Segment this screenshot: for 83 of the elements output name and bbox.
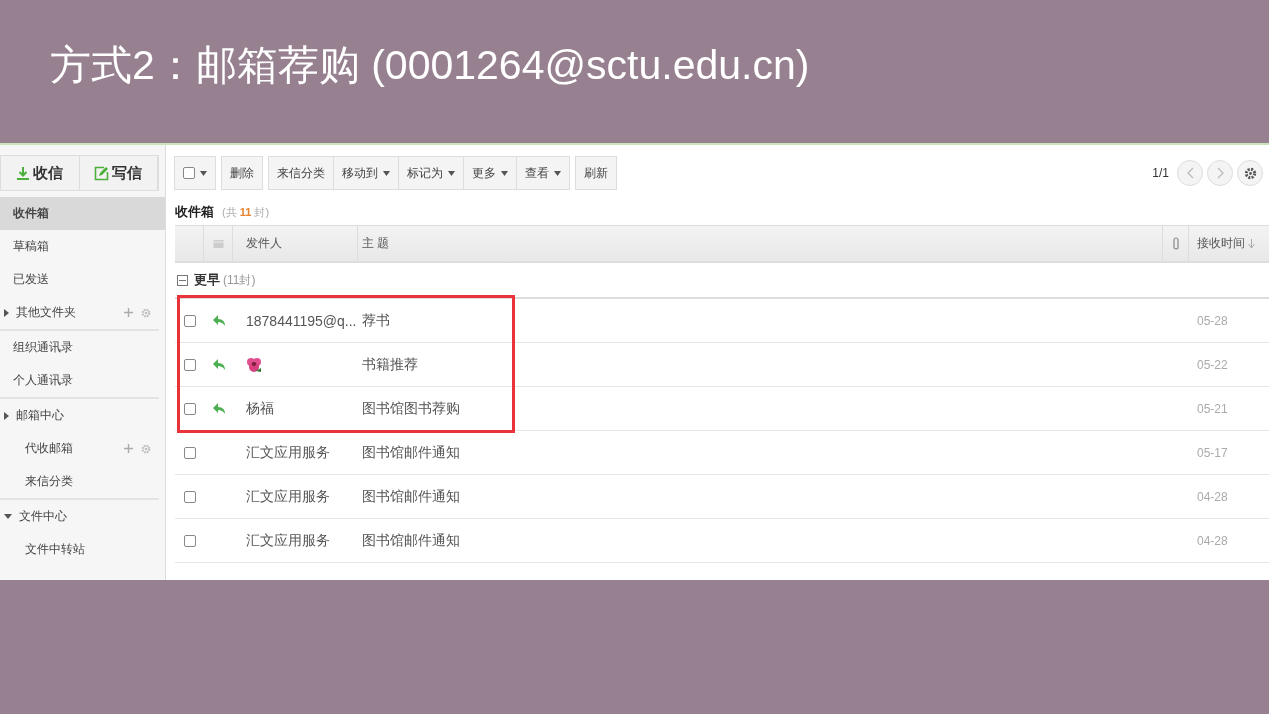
checkbox[interactable] — [183, 534, 196, 547]
page-counter: 1/1 — [1152, 166, 1169, 180]
caret-icon[interactable] — [4, 308, 9, 317]
checkbox[interactable] — [183, 314, 196, 327]
date-cell: 05-21 — [1197, 401, 1228, 416]
settings-button[interactable] — [1237, 160, 1263, 186]
date-cell: 04-28 — [1197, 533, 1228, 548]
sidebar-item[interactable]: 其他文件夹 — [0, 296, 159, 329]
settings-icon[interactable] — [141, 307, 151, 318]
date-cell: 04-28 — [1197, 489, 1228, 504]
sender-cell: 1878441195@q... — [246, 312, 357, 329]
subject-cell: 图书馆图书荐购 — [362, 399, 460, 418]
message-row[interactable]: 杨福 图书馆图书荐购 05-21 — [175, 387, 1269, 431]
checkbox[interactable] — [183, 446, 196, 459]
reply-icon — [212, 315, 225, 326]
sidebar-item[interactable]: 收件箱 — [0, 197, 165, 230]
date-cell: 05-22 — [1197, 357, 1228, 372]
date-cell: 05-17 — [1197, 445, 1228, 460]
toolbar-menu-button[interactable]: 标记为 — [398, 156, 464, 190]
sidebar-item[interactable]: 文件中转站 — [0, 533, 165, 566]
select-all-button[interactable] — [174, 156, 216, 190]
column-header[interactable]: 接收时间 — [1189, 226, 1269, 261]
sidebar-item[interactable]: 来信分类 — [0, 465, 159, 498]
toolbar-menu-button[interactable]: 查看 — [516, 156, 570, 190]
checkbox[interactable] — [183, 358, 196, 371]
sender-cell: 汇文应用服务 — [246, 443, 330, 462]
checkbox[interactable] — [183, 402, 196, 415]
date-cell: 05-28 — [1197, 313, 1228, 328]
caret-icon[interactable] — [4, 514, 12, 519]
caret-icon — [501, 170, 508, 176]
checkbox[interactable] — [183, 167, 195, 179]
download-icon — [16, 165, 31, 181]
sender-cell: 汇文应用服务 — [246, 487, 330, 506]
sidebar-item[interactable]: 邮箱中心 — [0, 399, 159, 432]
sidebar-item[interactable]: 代收邮箱 — [0, 432, 159, 465]
slide-title: 方式2：邮箱荐购 (0001264@sctu.edu.cn) — [50, 41, 810, 90]
edit-icon — [94, 165, 110, 181]
message-row[interactable]: 汇文应用服务 图书馆邮件通知 04-28 — [175, 519, 1269, 563]
message-row[interactable]: 汇文应用服务 图书馆邮件通知 04-28 — [175, 475, 1269, 519]
subject-cell: 图书馆邮件通知 — [362, 531, 460, 550]
message-row[interactable]: 汇文应用服务 图书馆邮件通知 05-17 — [175, 431, 1269, 475]
chevron-right-icon — [1216, 167, 1224, 179]
sender-cell: 杨福 — [246, 399, 274, 418]
column-header[interactable]: 发件人 — [233, 226, 358, 261]
settings-icon[interactable] — [141, 443, 151, 454]
message-count: (共 11 封) — [222, 204, 270, 220]
reply-icon — [212, 359, 225, 370]
paperclip-icon — [1172, 237, 1179, 250]
caret-icon — [448, 170, 455, 176]
checkbox[interactable] — [183, 490, 196, 503]
sidebar-item[interactable]: 组织通讯录 — [0, 331, 159, 364]
column-header[interactable]: 主 题 — [358, 226, 1163, 261]
subject-cell: 书籍推荐 — [362, 355, 418, 374]
sidebar-item[interactable]: 文件中心 — [0, 500, 165, 533]
toolbar-button[interactable]: 来信分类 — [268, 156, 334, 190]
envelope-icon — [212, 238, 224, 249]
plus-icon[interactable] — [124, 308, 133, 317]
subject-cell: 图书馆邮件通知 — [362, 443, 460, 462]
sidebar-item[interactable]: 个人通讯录 — [0, 364, 159, 397]
chevron-left-icon — [1186, 167, 1194, 179]
toolbar-button[interactable]: 刷新 — [575, 156, 617, 190]
message-row[interactable]: 书籍推荐 05-22 — [175, 343, 1269, 387]
caret-icon — [200, 170, 207, 176]
subject-cell: 荐书 — [362, 311, 390, 330]
caret-icon — [383, 170, 390, 176]
caret-icon[interactable] — [4, 411, 9, 420]
sidebar-item[interactable]: 已发送 — [0, 263, 159, 296]
gear-icon — [1243, 166, 1257, 180]
message-row[interactable]: 1878441195@q... 荐书 05-28 — [175, 299, 1269, 343]
reply-icon — [212, 403, 225, 414]
collapse-toggle[interactable] — [177, 274, 188, 286]
toolbar-menu-button[interactable]: 移动到 — [333, 156, 399, 190]
sort-down-icon — [1248, 238, 1255, 249]
subject-cell: 图书馆邮件通知 — [362, 487, 460, 506]
toolbar-button[interactable]: 删除 — [221, 156, 263, 190]
caret-icon — [554, 170, 561, 176]
folder-title: 收件箱 — [175, 203, 214, 221]
group-count: (11封) — [223, 271, 256, 289]
sender-cell: 汇文应用服务 — [246, 531, 330, 550]
plus-icon[interactable] — [124, 444, 133, 453]
toolbar-menu-button[interactable]: 更多 — [463, 156, 517, 190]
group-label: 更早 — [194, 271, 220, 289]
sidebar-item[interactable]: 草稿箱 — [0, 230, 159, 263]
